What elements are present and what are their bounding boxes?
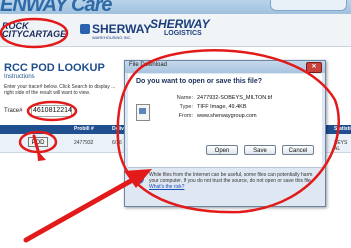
sherway-mark-icon: [80, 24, 90, 34]
file-icon: [136, 104, 150, 121]
instructions-heading: Instructions: [4, 74, 35, 80]
shield-question-icon: [133, 173, 144, 184]
deliv-cell: 6/16: [112, 140, 122, 146]
column-header-probill: Probill #: [74, 126, 94, 132]
type-label: Type:: [179, 104, 193, 110]
sherway-warehousing-logo[interactable]: SHERWAY WAREHOUSING INC.: [80, 22, 151, 40]
file-name-value: 2477932-SOBEYS_MILTON.tif: [197, 95, 272, 101]
name-label: Name:: [176, 95, 193, 101]
cancel-button[interactable]: Cancel: [282, 145, 314, 155]
sherway-warehousing-sub: WAREHOUSING INC.: [92, 35, 132, 40]
dialog-body: Do you want to open or save this file? N…: [128, 74, 322, 167]
column-header-right: Statistic: [334, 126, 351, 132]
rock-logo-line2: CITYCARTAGE: [2, 29, 67, 39]
sherway-warehousing-name: SHERWAY: [92, 22, 152, 36]
page-title: RCC POD LOOKUP: [4, 62, 105, 74]
trace-input[interactable]: 4610812214: [31, 105, 72, 117]
pod-button[interactable]: POD: [28, 137, 48, 147]
close-icon[interactable]: ✕: [306, 62, 322, 73]
dialog-separator: [128, 167, 322, 168]
sherway-logistics-name: SHERWAY: [150, 17, 210, 31]
file-type-value: TIFF Image, 49.4KB: [197, 104, 247, 110]
top-search-box[interactable]: [270, 0, 347, 11]
dialog-question: Do you want to open or save this file?: [136, 78, 263, 85]
column-header-deliv: Deliv: [112, 126, 124, 132]
sherway-logistics-logo[interactable]: SHERWAY LOGISTICS: [150, 17, 210, 38]
save-button[interactable]: Save: [244, 145, 276, 155]
rock-citycartage-logo[interactable]: ROCK CITYCARTAGE: [2, 22, 67, 39]
instructions-text: Enter your trace# below. Click Search to…: [4, 84, 116, 96]
trace-label: Trace#: [4, 108, 23, 114]
security-warning-text: While files from the Internet can be use…: [149, 172, 313, 184]
security-warning: While files from the Internet can be use…: [149, 172, 315, 190]
dialog-title: File Download: [129, 62, 168, 68]
dialog-titlebar[interactable]: File Download ✕: [125, 61, 325, 73]
file-download-dialog: File Download ✕ Do you want to open or s…: [124, 60, 326, 207]
right-column-cell: SEYS AL: [334, 140, 348, 152]
open-button[interactable]: Open: [206, 145, 238, 155]
probill-cell: 2477932: [74, 140, 94, 146]
file-source-value: www.sherwaygroup.com: [197, 113, 257, 119]
from-label: From:: [178, 113, 193, 119]
whats-the-risk-link[interactable]: What's the risk?: [149, 184, 184, 190]
